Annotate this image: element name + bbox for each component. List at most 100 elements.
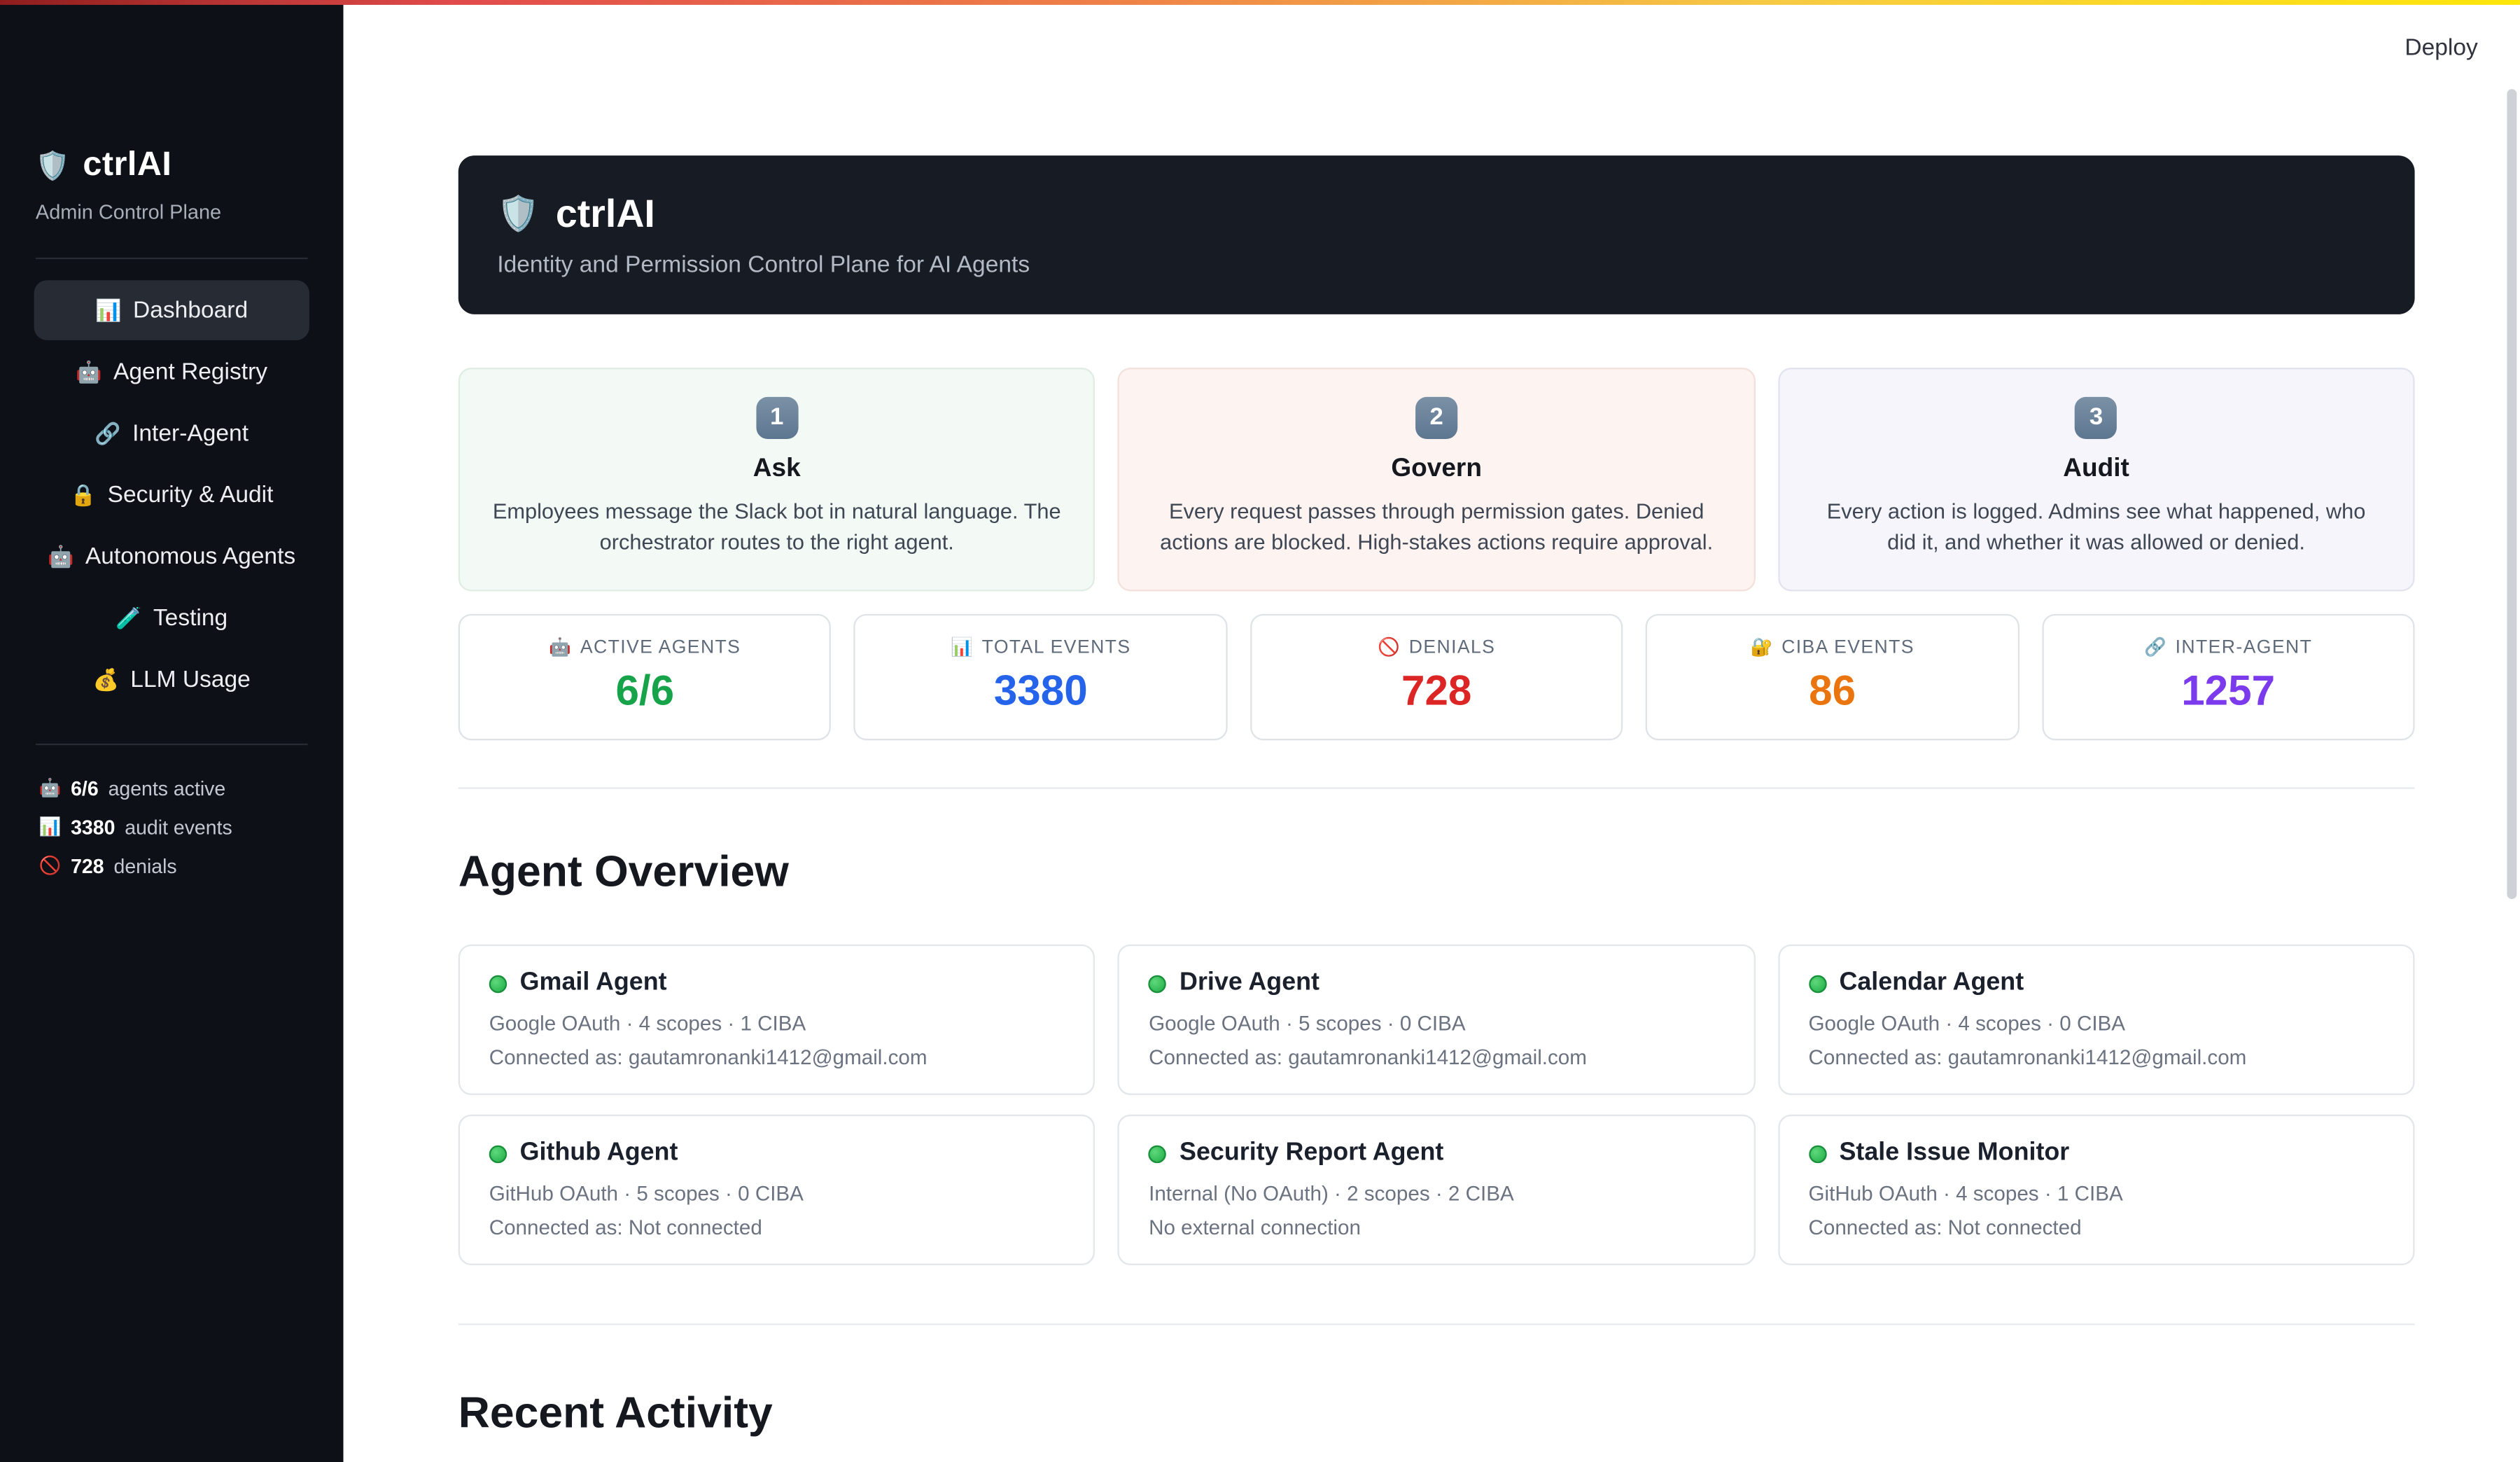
agent-card-security-report: Security Report Agent Internal (No OAuth… [1118, 1114, 1756, 1265]
sidebar: 🛡️ ctrlAI Admin Control Plane 📊 Dashboar… [0, 0, 344, 1462]
robot-icon: 🤖 [48, 544, 74, 569]
sidebar-item-testing[interactable]: 🧪 Testing [34, 588, 309, 648]
page-title: ctrlAI [555, 192, 655, 236]
keycap-1-icon: 1 [755, 396, 798, 439]
status-online-icon [489, 974, 507, 993]
content-block: 🛡️ ctrlAI Identity and Permission Contro… [458, 155, 2415, 1462]
agent-connection: Connected as: gautamronanki1412@gmail.co… [1149, 1045, 1587, 1069]
stat-value: 6/6 [71, 777, 99, 800]
money-bag-icon: 💰 [92, 667, 120, 692]
metric-total-events: 📊 TOTAL EVENTS 3380 [854, 613, 1228, 741]
section-title-agent-overview: Agent Overview [458, 847, 789, 896]
metric-label: DENIALS [1408, 638, 1496, 658]
agent-connection: Connected as: gautamronanki1412@gmail.co… [489, 1045, 927, 1069]
step-description: Every action is logged. Admins see what … [1826, 499, 2366, 554]
link-icon: 🔗 [2143, 637, 2168, 657]
metric-value: 86 [1809, 665, 1856, 715]
sidebar-item-agent-registry[interactable]: 🤖 Agent Registry [34, 342, 309, 402]
sidebar-brand-subtitle: Admin Control Plane [35, 200, 222, 224]
agent-connection: Connected as: gautamronanki1412@gmail.co… [1808, 1045, 2247, 1069]
agent-details: Internal (No OAuth) · 2 scopes · 2 CIBA [1149, 1181, 1514, 1206]
status-online-icon [489, 1144, 507, 1163]
agent-name: Security Report Agent [1180, 1139, 1444, 1167]
metric-value: 1257 [2181, 665, 2276, 715]
sidebar-item-llm-usage[interactable]: 💰 LLM Usage [34, 650, 309, 710]
step-description: Every request passes through permission … [1160, 499, 1714, 554]
page-subtitle: Identity and Permission Control Plane fo… [497, 251, 1030, 278]
bar-chart-icon: 📊 [38, 817, 62, 837]
status-online-icon [1149, 974, 1167, 993]
sidebar-item-label: Inter-Agent [132, 420, 249, 447]
sidebar-nav: 📊 Dashboard 🤖 Agent Registry 🔗 Inter-Age… [0, 280, 343, 709]
status-online-icon [1808, 1144, 1826, 1163]
lock-icon: 🔒 [69, 482, 97, 508]
agent-name: Stale Issue Monitor [1839, 1139, 2070, 1167]
sidebar-item-autonomous-agents[interactable]: 🤖 Autonomous Agents [34, 527, 309, 587]
metric-denials: 🚫 DENIALS 728 [1250, 613, 1623, 741]
agent-card-gmail: Gmail Agent Google OAuth · 4 scopes · 1 … [458, 944, 1096, 1095]
robot-icon: 🤖 [38, 778, 62, 798]
sidebar-item-label: Dashboard [133, 297, 248, 323]
section-divider [458, 1323, 2415, 1325]
sidebar-item-label: Autonomous Agents [85, 543, 296, 570]
keycap-2-icon: 2 [1415, 396, 1458, 439]
link-icon: 🔗 [94, 421, 121, 446]
stat-label: audit events [125, 816, 232, 840]
main-content: Deploy 🛡️ ctrlAI Identity and Permission… [343, 0, 2520, 1462]
sidebar-divider-top [35, 257, 308, 260]
robot-icon: 🤖 [549, 637, 573, 657]
agent-name: Gmail Agent [519, 968, 667, 996]
status-online-icon [1149, 1144, 1167, 1163]
agent-details: Google OAuth · 5 scopes · 0 CIBA [1149, 1010, 1466, 1036]
metric-active-agents: 🤖 ACTIVE AGENTS 6/6 [458, 613, 832, 741]
metric-value: 728 [1401, 665, 1472, 715]
deploy-button[interactable]: Deploy [2404, 36, 2477, 62]
step-card-ask: 1 Ask Employees message the Slack bot in… [458, 368, 1096, 592]
scrollbar[interactable] [2507, 89, 2517, 900]
agent-card-github: Github Agent GitHub OAuth · 5 scopes · 0… [458, 1114, 1096, 1265]
step-card-govern: 2 Govern Every request passes through pe… [1118, 368, 1756, 592]
metric-label: TOTAL EVENTS [981, 638, 1131, 658]
agent-details: Google OAuth · 4 scopes · 0 CIBA [1808, 1010, 2126, 1036]
sidebar-item-label: Testing [153, 605, 228, 632]
agent-connection: Connected as: Not connected [489, 1215, 762, 1239]
step-card-audit: 3 Audit Every action is logged. Admins s… [1777, 368, 2415, 592]
stat-label: denials [113, 855, 177, 878]
agent-card-drive: Drive Agent Google OAuth · 5 scopes · 0 … [1118, 944, 1756, 1095]
stat-value: 728 [71, 855, 104, 878]
agent-name: Github Agent [519, 1139, 678, 1167]
step-title: Audit [2063, 455, 2129, 483]
hero-banner: 🛡️ ctrlAI Identity and Permission Contro… [458, 155, 2415, 314]
sidebar-stats: 🤖 6/6 agents active 📊 3380 audit events … [39, 778, 344, 878]
section-divider [458, 787, 2415, 789]
agent-details: GitHub OAuth · 4 scopes · 1 CIBA [1808, 1181, 2123, 1206]
sidebar-stat-denials: 🚫 728 denials [39, 856, 344, 878]
sidebar-item-security-audit[interactable]: 🔒 Security & Audit [34, 465, 309, 525]
sidebar-item-inter-agent[interactable]: 🔗 Inter-Agent [34, 403, 309, 464]
sidebar-brand: 🛡️ ctrlAI [36, 146, 344, 185]
stat-value: 3380 [71, 816, 115, 840]
section-title-recent-activity: Recent Activity [458, 1388, 773, 1437]
sidebar-item-dashboard[interactable]: 📊 Dashboard [34, 280, 309, 340]
step-title: Ask [752, 455, 801, 483]
sidebar-item-label: Security & Audit [107, 482, 274, 508]
lock-key-icon: 🔐 [1750, 637, 1774, 657]
agent-card-calendar: Calendar Agent Google OAuth · 4 scopes ·… [1777, 944, 2415, 1095]
metric-label: ACTIVE AGENTS [580, 638, 741, 658]
test-tube-icon: 🧪 [115, 606, 142, 630]
no-entry-icon: 🚫 [38, 856, 62, 876]
metric-label: INTER-AGENT [2175, 638, 2313, 658]
shield-icon: 🛡️ [35, 150, 70, 181]
shield-icon: 🛡️ [497, 195, 540, 234]
stat-label: agents active [108, 777, 226, 800]
agent-name: Calendar Agent [1839, 968, 2024, 996]
sidebar-stat-agents-active: 🤖 6/6 agents active [39, 778, 344, 800]
steps-row: 1 Ask Employees message the Slack bot in… [458, 368, 2415, 592]
metric-inter-agent: 🔗 INTER-AGENT 1257 [2041, 613, 2415, 741]
sidebar-stat-audit-events: 📊 3380 audit events [39, 816, 344, 839]
step-title: Govern [1391, 455, 1482, 483]
bar-chart-icon: 📊 [951, 637, 974, 657]
agent-details: GitHub OAuth · 5 scopes · 0 CIBA [489, 1181, 804, 1206]
agent-card-stale-issue-monitor: Stale Issue Monitor GitHub OAuth · 4 sco… [1777, 1114, 2415, 1265]
agent-name: Drive Agent [1180, 968, 1320, 996]
